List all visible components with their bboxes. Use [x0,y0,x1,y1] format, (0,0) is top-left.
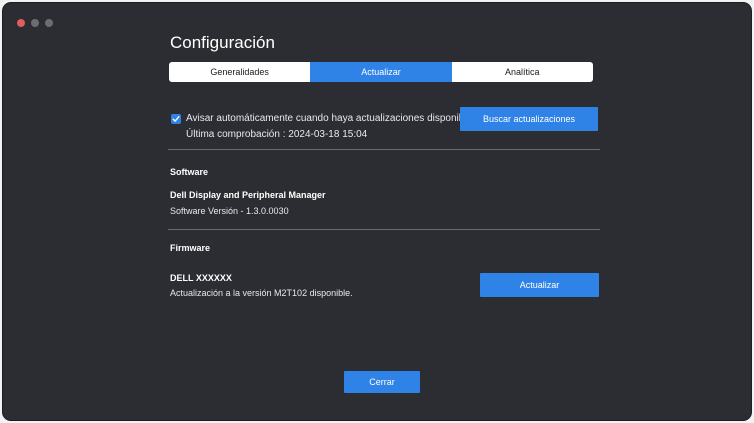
auto-notify-checkbox[interactable] [171,114,181,124]
divider [168,229,600,230]
firmware-device-name: DELL XXXXXX [170,273,232,283]
update-firmware-button[interactable]: Actualizar [480,273,599,297]
firmware-status: Actualización a la versión M2T102 dispon… [170,288,353,298]
maximize-window-button[interactable] [45,19,53,27]
close-window-button[interactable] [17,19,25,27]
auto-notify-label: Avisar automáticamente cuando haya actua… [186,113,478,124]
checkmark-icon [172,116,180,122]
software-name: Dell Display and Peripheral Manager [170,190,326,200]
tab-bar: Generalidades Actualizar Analítica [169,62,593,82]
tab-generalidades[interactable]: Generalidades [169,62,311,82]
firmware-heading: Firmware [170,243,211,253]
tab-analitica[interactable]: Analítica [451,62,593,82]
software-heading: Software [170,167,209,177]
last-check-text: Última comprobación : 2024-03-18 15:04 [186,129,368,140]
settings-window: Configuración Generalidades Actualizar A… [2,2,752,421]
divider [168,149,600,150]
close-button[interactable]: Cerrar [344,371,420,393]
minimize-window-button[interactable] [31,19,39,27]
tab-actualizar[interactable]: Actualizar [310,62,452,82]
software-version: Software Versión - 1.3.0.0030 [170,206,289,216]
search-updates-button[interactable]: Buscar actualizaciones [460,107,598,131]
page-title: Configuración [170,33,275,52]
